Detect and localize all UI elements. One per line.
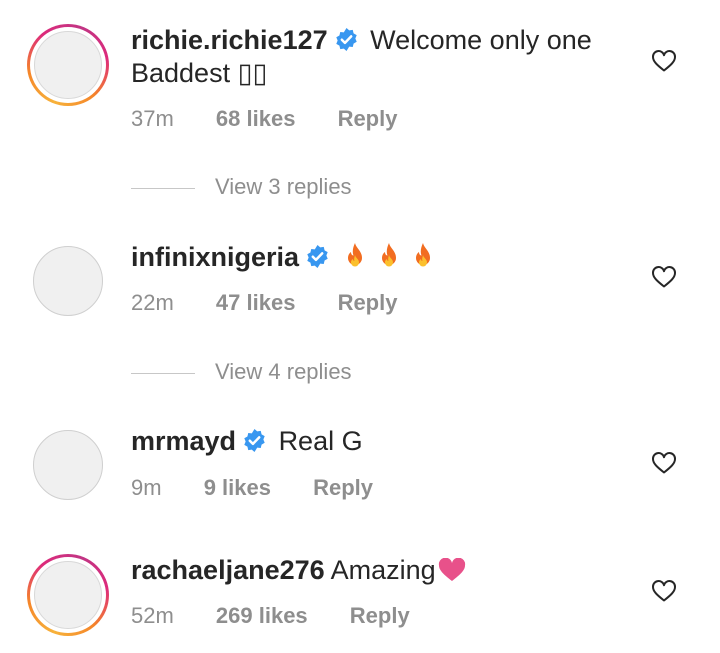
like-heart-icon[interactable] [651, 265, 677, 289]
like-heart-icon[interactable] [651, 579, 677, 603]
comment-time: 52m [131, 603, 174, 628]
comment-time: 9m [131, 475, 162, 500]
comment-text: rachaeljane276 Amazing [131, 554, 631, 587]
username[interactable]: richie.richie127 [131, 25, 328, 55]
avatar[interactable] [27, 424, 109, 506]
comment-meta: 37m 68 likes Reply [131, 106, 397, 132]
verified-badge-icon [335, 28, 357, 51]
divider-line [131, 372, 195, 374]
comment-body-line2: Baddest [131, 58, 231, 88]
broken-emoji-glyphs: ▯▯ [237, 58, 268, 89]
comment-time: 22m [131, 290, 174, 315]
fire-emoji-icon [382, 243, 397, 267]
comment-body: Welcome only one [370, 25, 592, 55]
comment-body: Amazing [330, 555, 436, 585]
verified-badge-icon [307, 245, 328, 268]
reply-button[interactable]: Reply [338, 290, 398, 315]
username[interactable]: infinixnigeria [131, 242, 299, 272]
reply-button[interactable]: Reply [338, 106, 398, 131]
fire-emoji-icon [348, 243, 363, 267]
likes-count[interactable]: 47 likes [216, 290, 296, 315]
reply-button[interactable]: Reply [313, 475, 373, 500]
fire-emoji-icon [416, 243, 431, 267]
username[interactable]: mrmayd [131, 426, 236, 456]
likes-count[interactable]: 9 likes [204, 475, 271, 500]
view-replies-label: View 4 replies [215, 359, 352, 384]
divider-line [131, 187, 195, 189]
avatar[interactable] [27, 240, 109, 322]
username[interactable]: rachaeljane276 [131, 555, 325, 585]
like-heart-icon[interactable] [651, 451, 677, 475]
comment-meta: 22m 47 likes Reply [131, 290, 397, 316]
view-replies-link[interactable]: View 4 replies [131, 359, 352, 385]
view-replies-label: View 3 replies [215, 174, 352, 199]
comment-time: 37m [131, 106, 174, 131]
comment-meta: 52m 269 likes Reply [131, 603, 410, 629]
heart-emoji-icon [438, 558, 465, 581]
comment-text: mrmayd Real G [131, 425, 631, 458]
like-heart-icon[interactable] [651, 49, 677, 73]
comment-meta: 9m 9 likes Reply [131, 475, 373, 501]
reply-button[interactable]: Reply [350, 603, 410, 628]
likes-count[interactable]: 269 likes [216, 603, 308, 628]
view-replies-link[interactable]: View 3 replies [131, 174, 352, 200]
comment-text: infinixnigeria [131, 241, 631, 274]
avatar[interactable] [27, 554, 109, 636]
comment-text: richie.richie127 Welcome only one Baddes… [131, 24, 631, 90]
avatar[interactable] [27, 24, 109, 106]
verified-badge-icon [244, 429, 265, 452]
likes-count[interactable]: 68 likes [216, 106, 296, 131]
comment-body: Real G [278, 426, 363, 456]
